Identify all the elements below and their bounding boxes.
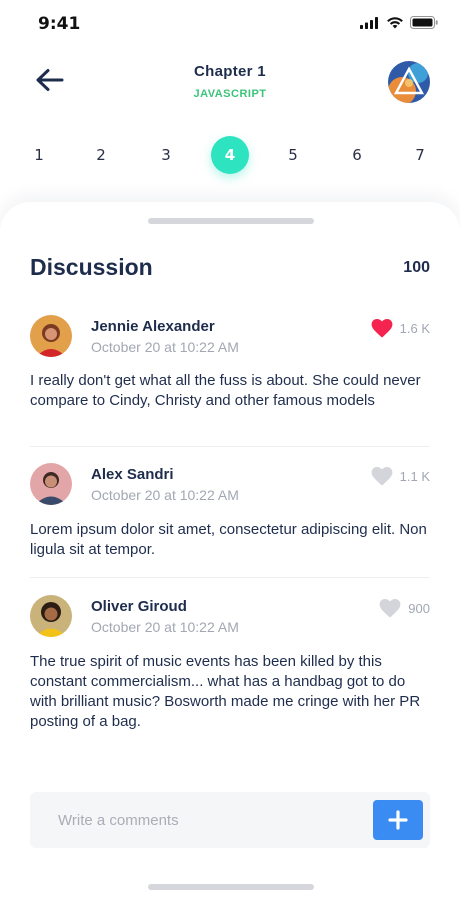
discussion-count: 100 — [403, 259, 430, 276]
commenter-name[interactable]: Jennie Alexander — [91, 318, 215, 335]
avatar[interactable] — [30, 315, 72, 357]
avatar-image — [30, 595, 72, 637]
avatar-image — [30, 463, 72, 505]
chapter-3[interactable]: 3 — [147, 136, 185, 174]
heart-filled-icon — [371, 319, 393, 338]
add-comment-button[interactable] — [373, 800, 423, 840]
comment-input[interactable] — [58, 809, 358, 831]
profile-image — [388, 61, 430, 103]
like-button[interactable]: 1.1 K — [371, 467, 430, 486]
like-button[interactable]: 900 — [379, 599, 430, 618]
comment-item: Jennie Alexander October 20 at 10:22 AM … — [30, 315, 430, 435]
profile-avatar[interactable] — [388, 61, 430, 103]
like-count: 900 — [408, 601, 430, 616]
header: Chapter 1 JAVASCRIPT — [0, 50, 460, 112]
discussion-title: Discussion — [30, 254, 153, 280]
wifi-icon — [387, 17, 403, 29]
commenter-name[interactable]: Alex Sandri — [91, 466, 174, 483]
like-count: 1.6 K — [399, 321, 430, 336]
sheet-drag-handle[interactable] — [148, 218, 314, 224]
chapter-2[interactable]: 2 — [82, 136, 120, 174]
comment-item: Alex Sandri October 20 at 10:22 AM 1.1 K… — [30, 463, 430, 563]
comment-text: Lorem ipsum dolor sit amet, consectetur … — [30, 521, 427, 558]
comment-date: October 20 at 10:22 AM — [91, 487, 239, 503]
comment-date: October 20 at 10:22 AM — [91, 339, 239, 355]
chapter-7[interactable]: 7 — [401, 136, 439, 174]
discussion-sheet: Discussion 100 Jennie Alexander October … — [0, 202, 460, 900]
chapter-1[interactable]: 1 — [20, 136, 58, 174]
like-count: 1.1 K — [399, 469, 430, 484]
comment-text: I really don't get what all the fuss is … — [30, 372, 421, 409]
chapter-4-active[interactable]: 4 — [211, 136, 249, 174]
like-button[interactable]: 1.6 K — [371, 319, 430, 338]
comment-composer — [30, 792, 430, 848]
battery-icon — [410, 16, 438, 29]
comment-date: October 20 at 10:22 AM — [91, 619, 239, 635]
status-icons — [360, 16, 438, 29]
avatar[interactable] — [30, 463, 72, 505]
plus-icon — [388, 810, 408, 830]
heart-outline-icon — [371, 467, 393, 486]
avatar[interactable] — [30, 595, 72, 637]
status-time: 9:41 — [38, 14, 81, 34]
chapter-6[interactable]: 6 — [338, 136, 376, 174]
commenter-name[interactable]: Oliver Giroud — [91, 598, 187, 615]
signal-icon — [360, 16, 378, 29]
status-bar: 9:41 — [0, 0, 460, 48]
avatar-image — [30, 315, 72, 357]
comment-item: Oliver Giroud October 20 at 10:22 AM 900… — [30, 595, 430, 735]
chapter-5[interactable]: 5 — [274, 136, 312, 174]
chapter-selector: 1 2 3 4 5 6 7 — [0, 134, 460, 174]
heart-outline-icon — [379, 599, 401, 618]
comment-text: The true spirit of music events has been… — [30, 653, 421, 730]
divider — [30, 446, 430, 447]
home-indicator — [148, 884, 314, 890]
divider — [30, 577, 430, 578]
